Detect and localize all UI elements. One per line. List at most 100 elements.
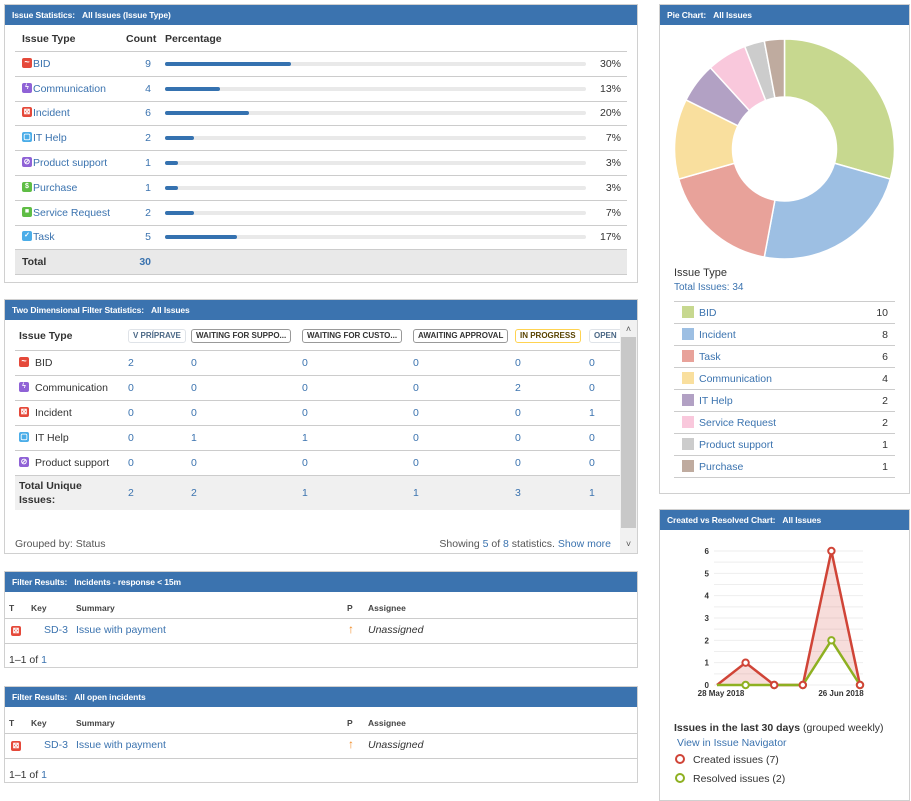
count-link[interactable]: 1 (126, 175, 151, 201)
pie-slice-bid[interactable] (783, 38, 896, 181)
column-header-key[interactable]: Key (31, 718, 47, 728)
count-link[interactable]: 0 (515, 450, 589, 476)
count-link[interactable]: 0 (515, 425, 589, 451)
scroll-up-icon[interactable]: ˄ (620, 322, 637, 336)
status-lozenge[interactable]: AWAITING APPROVAL (413, 329, 509, 343)
created-point[interactable] (827, 546, 836, 556)
column-header-type[interactable]: T (9, 603, 14, 613)
column-header-priority[interactable]: P (347, 603, 353, 613)
paging-total-link[interactable]: 1 (41, 654, 47, 666)
count-link[interactable]: 0 (589, 375, 620, 401)
count-link[interactable]: 0 (515, 400, 589, 426)
view-in-issue-navigator-link[interactable]: View in Issue Navigator (674, 736, 884, 751)
issue-key-link[interactable]: SD-3 (44, 624, 68, 636)
total-count-link[interactable]: 2 (128, 475, 191, 510)
issue-type-link[interactable]: Purchase (33, 182, 77, 194)
count-link[interactable]: 1 (191, 425, 302, 451)
gadget-filter-name[interactable]: Incidents - response < 15m (74, 577, 181, 587)
legend-label-link[interactable]: IT Help (699, 395, 733, 407)
status-lozenge[interactable]: WAITING FOR SUPPO... (191, 329, 292, 343)
column-header-assignee[interactable]: Assignee (368, 718, 406, 728)
gadget-filter-name[interactable]: All open incidents (74, 692, 146, 702)
count-link[interactable]: 2 (515, 375, 589, 401)
status-lozenge[interactable]: OPEN (589, 329, 620, 343)
count-link[interactable]: 1 (126, 150, 151, 176)
count-link[interactable]: 0 (413, 450, 515, 476)
count-link[interactable]: 1 (302, 425, 413, 451)
column-header-type[interactable]: T (9, 718, 14, 728)
status-lozenge[interactable]: V PRÍPRAVE (128, 329, 186, 343)
scroll-down-icon[interactable]: ˅ (620, 537, 637, 551)
gadget-filter-name[interactable]: All Issues (782, 515, 821, 525)
created-point[interactable] (855, 680, 865, 690)
paging-total-link[interactable]: 1 (41, 769, 47, 781)
issue-type-link[interactable]: Service Request (33, 207, 110, 219)
legend-label-link[interactable]: Incident (699, 329, 736, 341)
count-link[interactable]: 2 (128, 350, 191, 376)
count-link[interactable]: 0 (191, 375, 302, 401)
gadget-filter-name[interactable]: All Issues (151, 305, 190, 315)
column-header-summary[interactable]: Summary (76, 603, 115, 613)
total-count-link[interactable]: 3 (515, 475, 589, 510)
legend-label-link[interactable]: BID (699, 307, 717, 319)
legend-label-link[interactable]: Service Request (699, 417, 776, 429)
gadget-filter-name[interactable]: All Issues (Issue Type) (82, 10, 171, 20)
status-lozenge[interactable]: IN PROGRESS (515, 329, 581, 343)
count-link[interactable]: 0 (589, 425, 620, 451)
column-header-key[interactable]: Key (31, 603, 47, 613)
issue-type-link[interactable]: Task (33, 231, 55, 243)
gadget-filter-name[interactable]: All Issues (713, 10, 752, 20)
count-link[interactable]: 0 (515, 350, 589, 376)
total-count-link[interactable]: 1 (413, 475, 515, 510)
total-issues-link[interactable]: Total Issues: 34 (674, 282, 743, 293)
status-lozenge[interactable]: WAITING FOR CUSTO... (302, 329, 403, 343)
legend-label-link[interactable]: Communication (699, 373, 772, 385)
legend-item-resolved[interactable]: Resolved issues (2) (674, 772, 884, 787)
total-count-link[interactable]: 1 (302, 475, 413, 510)
column-header-summary[interactable]: Summary (76, 718, 115, 728)
column-header-issue-type[interactable]: Issue Type (15, 26, 126, 52)
resolved-point[interactable] (827, 636, 836, 645)
issue-summary-link[interactable]: Issue with payment (76, 624, 166, 636)
created-point[interactable] (798, 680, 808, 690)
column-header-priority[interactable]: P (347, 718, 353, 728)
legend-label-link[interactable]: Purchase (699, 461, 743, 473)
count-link[interactable]: 2 (126, 200, 151, 226)
count-link[interactable]: 0 (413, 425, 515, 451)
pie-slice-incident[interactable] (763, 162, 892, 260)
issue-type-link[interactable]: BID (33, 58, 51, 70)
show-more-link[interactable]: Show more (558, 538, 611, 550)
issue-summary-link[interactable]: Issue with payment (76, 739, 166, 751)
count-link[interactable]: 0 (128, 425, 191, 451)
count-link[interactable]: 0 (302, 450, 413, 476)
issue-type-link[interactable]: Communication (33, 83, 106, 95)
count-link[interactable]: 1 (589, 400, 620, 426)
total-count-link[interactable]: 1 (589, 475, 620, 510)
created-point[interactable] (770, 680, 779, 690)
count-link[interactable]: 0 (413, 350, 515, 376)
pie-slice-task[interactable] (677, 162, 776, 259)
legend-item-created[interactable]: Created issues (7) (674, 753, 884, 768)
count-link[interactable]: 0 (413, 375, 515, 401)
count-link[interactable]: 0 (191, 350, 302, 376)
issue-type-link[interactable]: Incident (33, 107, 70, 119)
count-link[interactable]: 0 (302, 375, 413, 401)
count-link[interactable]: 0 (302, 400, 413, 426)
vertical-scrollbar[interactable]: ˄ ˅ (620, 320, 637, 553)
column-header-assignee[interactable]: Assignee (368, 603, 406, 613)
count-link[interactable]: 9 (126, 51, 151, 77)
count-link[interactable]: 0 (128, 375, 191, 401)
count-link[interactable]: 0 (589, 350, 620, 376)
resolved-point[interactable] (741, 680, 750, 690)
count-link[interactable]: 0 (413, 400, 515, 426)
count-link[interactable]: 0 (128, 450, 191, 476)
count-link[interactable]: 0 (191, 450, 302, 476)
column-header-count[interactable]: Count (126, 26, 156, 52)
issue-type-link[interactable]: IT Help (33, 132, 67, 144)
count-link[interactable]: 0 (191, 400, 302, 426)
count-link[interactable]: 0 (589, 450, 620, 476)
issue-key-link[interactable]: SD-3 (44, 739, 68, 751)
count-link[interactable]: 6 (126, 101, 151, 127)
count-link[interactable]: 4 (126, 76, 151, 102)
column-header-percentage[interactable]: Percentage (151, 26, 586, 52)
